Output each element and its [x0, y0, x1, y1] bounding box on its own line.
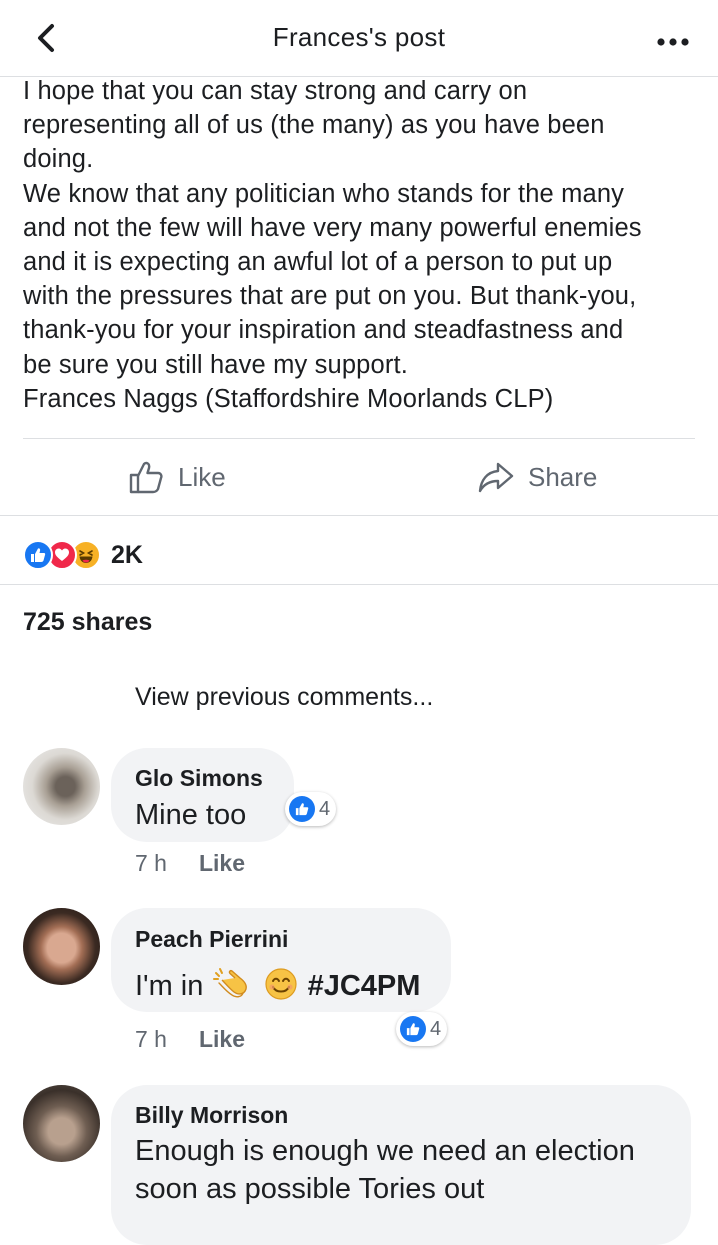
post-line: I hope that you can stay strong and carr…	[23, 77, 528, 105]
comment-bubble: Glo Simons Mine too	[111, 748, 294, 842]
comment-author-name[interactable]: Peach Pierrini	[135, 926, 288, 953]
like-count: 4	[319, 797, 331, 820]
comment-author-name[interactable]: Glo Simons	[135, 765, 263, 792]
comment-meta: 7 h Like	[135, 850, 245, 877]
more-dots-icon	[657, 38, 689, 46]
top-navigation-bar: Frances's post	[0, 0, 718, 77]
comment-timestamp: 7 h	[135, 1026, 167, 1052]
post-line: and it is expecting an awful lot of a pe…	[23, 248, 613, 277]
share-arrow-icon	[478, 462, 514, 493]
page-title: Frances's post	[272, 22, 446, 52]
comment-bubble: Billy Morrison Enough is enough we need …	[111, 1085, 691, 1245]
reaction-count: 2K	[111, 540, 143, 569]
comment-timestamp: 7 h	[135, 850, 167, 876]
comment-author-name[interactable]: Billy Morrison	[135, 1102, 288, 1129]
post-line: doing.	[23, 145, 94, 174]
like-button[interactable]: Like	[128, 452, 226, 502]
comment-text-line: soon as possible Tories out	[135, 1173, 485, 1205]
post-line: and not the few will have very many powe…	[23, 213, 642, 242]
like-label: Like	[178, 461, 226, 492]
comment-like-button[interactable]: Like	[199, 1026, 245, 1053]
smiling-face-icon	[264, 968, 297, 1000]
divider	[0, 584, 718, 585]
post-author-signature: Frances Naggs (Staffordshire Moorlands C…	[23, 384, 554, 413]
comment-meta: 7 h Like	[135, 1026, 245, 1053]
avatar[interactable]	[23, 908, 100, 985]
shares-count[interactable]: 725 shares	[23, 608, 152, 637]
post-line: representing all of us (the many) as you…	[23, 111, 605, 140]
comment-bubble: Peach Pierrini I'm in #JC4PM	[111, 908, 451, 1012]
divider	[23, 438, 695, 439]
comment-text-content: I'm in	[135, 970, 204, 1002]
avatar[interactable]	[23, 748, 100, 825]
post-line: be sure you still have my support.	[23, 350, 408, 379]
share-label: Share	[528, 461, 598, 492]
like-count: 4	[430, 1017, 442, 1040]
reactions-summary[interactable]: 2K	[23, 538, 143, 572]
view-previous-comments-link[interactable]: View previous comments...	[135, 683, 433, 712]
like-icon	[289, 796, 315, 822]
hashtag-link[interactable]: #JC4PM	[308, 970, 421, 1002]
post-body: I hope that you can stay strong and carr…	[23, 74, 703, 416]
post-line: We know that any politician who stands f…	[23, 179, 625, 208]
like-icon	[400, 1016, 426, 1042]
comment-like-count-badge[interactable]: 4	[396, 1012, 448, 1046]
clapping-hands-icon	[213, 968, 248, 998]
avatar[interactable]	[23, 1085, 100, 1162]
more-options-button[interactable]	[656, 34, 690, 46]
comment-text: I'm in #JC4PM	[135, 967, 420, 1003]
thumbs-up-outline-icon	[129, 461, 163, 494]
comment-text-line: Enough is enough we need an election	[135, 1135, 635, 1167]
comment-text: Mine too	[135, 799, 247, 831]
share-button[interactable]: Share	[478, 452, 597, 502]
comment-like-button[interactable]: Like	[199, 850, 245, 877]
comment-like-count-badge[interactable]: 4	[285, 792, 337, 826]
post-line: thank-you for your inspiration and stead…	[23, 316, 624, 345]
post-line: with the pressures that are put on you. …	[23, 282, 637, 311]
divider	[0, 515, 718, 516]
like-icon	[23, 540, 53, 570]
